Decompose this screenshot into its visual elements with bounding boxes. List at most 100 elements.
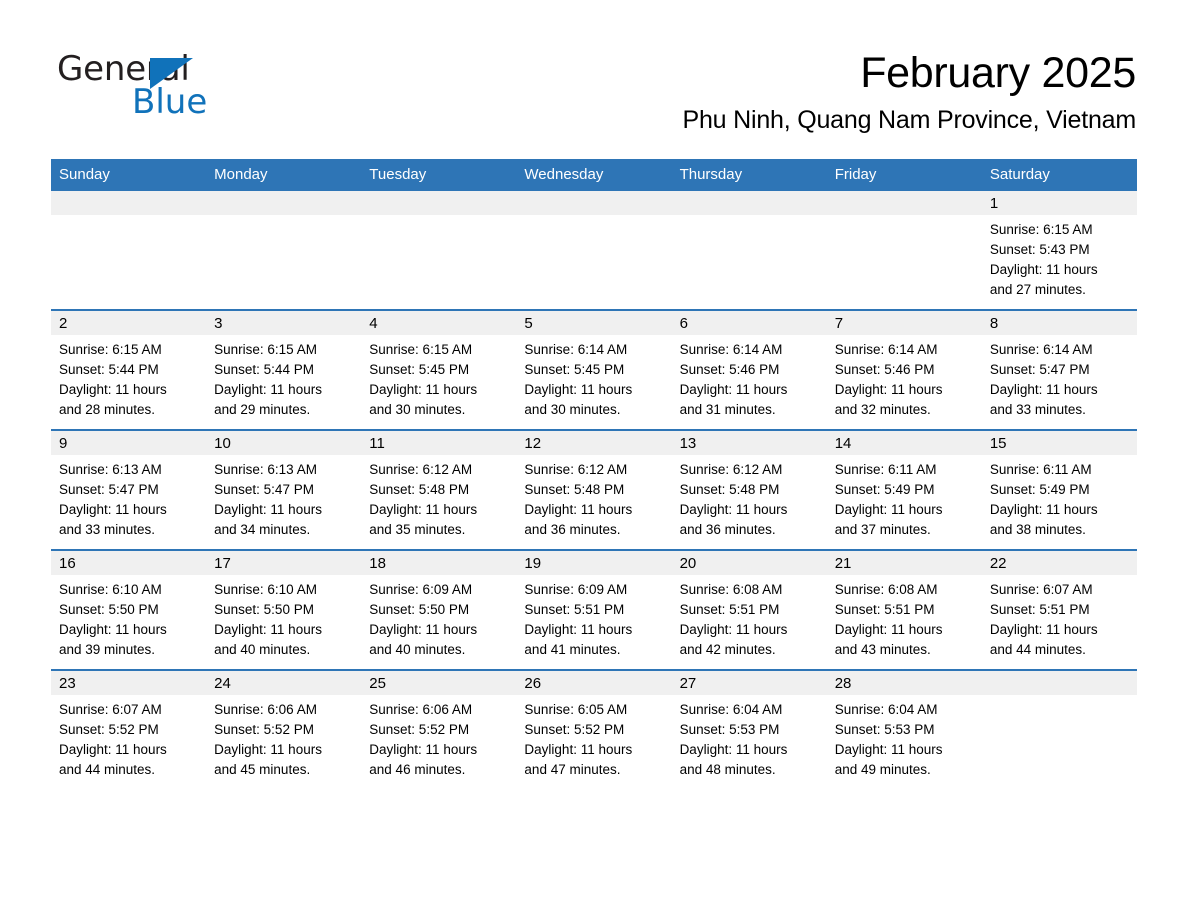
day-number: 6 <box>671 311 827 335</box>
sunset-text: Sunset: 5:43 PM <box>989 242 1090 257</box>
daylight-text-line2: and 37 minutes. <box>834 522 931 537</box>
calendar-day-cell[interactable]: 25 Sunrise: 6:06 AM Sunset: 5:52 PM Dayligh… <box>361 669 517 789</box>
calendar-day-cell[interactable]: 28 Sunrise: 6:04 AM Sunset: 5:53 PM Dayligh… <box>826 669 982 789</box>
sunrise-text: Sunrise: 6:10 AM <box>59 582 162 597</box>
daylight-text-line1: Daylight: 11 hours <box>989 262 1098 277</box>
daylight-text-line1: Daylight: 11 hours <box>214 502 322 517</box>
calendar-day-cell[interactable]: 11 Sunrise: 6:12 AM Sunset: 5:48 PM Dayligh… <box>361 429 517 550</box>
day-number: 8 <box>981 311 1137 335</box>
day-details <box>982 695 1137 700</box>
page-title: February 2025 <box>860 49 1136 97</box>
daylight-text-line1: Daylight: 11 hours <box>369 382 478 397</box>
daylight-text-line2: and 36 minutes. <box>524 522 621 537</box>
calendar-day-cell[interactable]: 20 Sunrise: 6:08 AM Sunset: 5:51 PM Dayligh… <box>671 549 827 670</box>
day-number: 3 <box>206 311 362 335</box>
sunset-text: Sunset: 5:46 PM <box>834 362 935 377</box>
sunset-text: Sunset: 5:53 PM <box>679 722 780 737</box>
day-number: 27 <box>671 671 827 695</box>
day-details <box>672 215 827 220</box>
day-details: Sunrise: 6:11 AM Sunset: 5:49 PM Daylight:… <box>982 455 1137 540</box>
calendar-day-cell[interactable]: 5 Sunrise: 6:14 AM Sunset: 5:45 PM Daylight… <box>516 309 672 430</box>
day-details <box>361 215 516 220</box>
calendar-day-cell[interactable]: 15 Sunrise: 6:11 AM Sunset: 5:49 PM Dayligh… <box>981 429 1137 550</box>
day-details: Sunrise: 6:12 AM Sunset: 5:48 PM Daylight:… <box>361 455 516 540</box>
daylight-text-line1: Daylight: 11 hours <box>369 502 478 517</box>
calendar-day-cell[interactable]: 9 Sunrise: 6:13 AM Sunset: 5:47 PM Daylight… <box>51 429 207 550</box>
calendar-day-cell[interactable]: 26 Sunrise: 6:05 AM Sunset: 5:52 PM Dayligh… <box>516 669 672 789</box>
sunset-text: Sunset: 5:51 PM <box>989 602 1090 617</box>
day-details: Sunrise: 6:06 AM Sunset: 5:52 PM Daylight:… <box>206 695 361 780</box>
daylight-text-line2: and 29 minutes. <box>214 402 311 417</box>
calendar-day-cell[interactable]: 16 Sunrise: 6:10 AM Sunset: 5:50 PM Dayligh… <box>51 549 207 670</box>
day-details <box>51 215 206 220</box>
daylight-text-line1: Daylight: 11 hours <box>214 382 322 397</box>
day-details: Sunrise: 6:15 AM Sunset: 5:43 PM Daylight:… <box>982 215 1137 300</box>
calendar-day-cell[interactable]: 14 Sunrise: 6:11 AM Sunset: 5:49 PM Dayligh… <box>826 429 982 550</box>
sunset-text: Sunset: 5:52 PM <box>214 722 314 737</box>
day-details: Sunrise: 6:09 AM Sunset: 5:51 PM Daylight:… <box>516 575 671 660</box>
day-details: Sunrise: 6:07 AM Sunset: 5:52 PM Daylight:… <box>51 695 206 780</box>
calendar-day-cell[interactable]: 21 Sunrise: 6:08 AM Sunset: 5:51 PM Dayligh… <box>826 549 982 670</box>
calendar-day-cell[interactable]: 8 Sunrise: 6:14 AM Sunset: 5:47 PM Daylight… <box>981 309 1137 430</box>
calendar-week-row: 23 Sunrise: 6:07 AM Sunset: 5:52 PM Dayligh… <box>51 669 1137 789</box>
daylight-text-line2: and 40 minutes. <box>214 642 311 657</box>
daylight-text-line1: Daylight: 11 hours <box>524 502 633 517</box>
calendar-day-cell[interactable]: 4 Sunrise: 6:15 AM Sunset: 5:45 PM Daylight… <box>361 309 517 430</box>
calendar-day-cell[interactable]: 23 Sunrise: 6:07 AM Sunset: 5:52 PM Dayligh… <box>51 669 207 789</box>
daylight-text-line1: Daylight: 11 hours <box>679 742 788 757</box>
daylight-text-line2: and 46 minutes. <box>369 762 466 777</box>
day-number: 19 <box>516 551 672 575</box>
daylight-text-line2: and 30 minutes. <box>524 402 621 417</box>
sunrise-text: Sunrise: 6:14 AM <box>524 342 628 357</box>
calendar-day-cell[interactable]: 10 Sunrise: 6:13 AM Sunset: 5:47 PM Dayligh… <box>206 429 362 550</box>
title-block: February 2025 Phu Ninh, Quang Nam Provin… <box>683 48 1137 135</box>
weekday-header-friday: Friday <box>826 159 982 191</box>
sunset-text: Sunset: 5:47 PM <box>214 482 314 497</box>
calendar-day-cell[interactable]: 1 Sunrise: 6:15 AM Sunset: 5:43 PM Daylight… <box>981 191 1137 310</box>
day-number: 1 <box>981 191 1137 215</box>
daylight-text-line2: and 44 minutes. <box>989 642 1086 657</box>
day-number: 15 <box>981 431 1137 455</box>
day-details: Sunrise: 6:04 AM Sunset: 5:53 PM Daylight:… <box>672 695 827 780</box>
calendar-week-row: 1 Sunrise: 6:15 AM Sunset: 5:43 PM Daylight… <box>51 191 1137 310</box>
day-details: Sunrise: 6:14 AM Sunset: 5:46 PM Daylight:… <box>827 335 982 420</box>
calendar-day-cell[interactable]: 12 Sunrise: 6:12 AM Sunset: 5:48 PM Dayligh… <box>516 429 672 550</box>
calendar-week-row: 9 Sunrise: 6:13 AM Sunset: 5:47 PM Daylight… <box>51 429 1137 550</box>
sunset-text: Sunset: 5:44 PM <box>214 362 314 377</box>
daylight-text-line2: and 36 minutes. <box>679 522 776 537</box>
calendar-day-cell[interactable]: 6 Sunrise: 6:14 AM Sunset: 5:46 PM Daylight… <box>671 309 827 430</box>
calendar-day-cell[interactable]: 7 Sunrise: 6:14 AM Sunset: 5:46 PM Daylight… <box>826 309 982 430</box>
calendar-cell-empty <box>671 191 827 310</box>
calendar-day-cell[interactable]: 22 Sunrise: 6:07 AM Sunset: 5:51 PM Dayligh… <box>981 549 1137 670</box>
day-details: Sunrise: 6:09 AM Sunset: 5:50 PM Daylight:… <box>361 575 516 660</box>
day-number: 21 <box>826 551 982 575</box>
sunset-text: Sunset: 5:47 PM <box>989 362 1090 377</box>
calendar-day-cell[interactable]: 3 Sunrise: 6:15 AM Sunset: 5:44 PM Daylight… <box>206 309 362 430</box>
calendar-day-cell[interactable]: 27 Sunrise: 6:04 AM Sunset: 5:53 PM Dayligh… <box>671 669 827 789</box>
sunrise-text: Sunrise: 6:10 AM <box>214 582 317 597</box>
day-number: 13 <box>671 431 827 455</box>
day-number <box>206 191 362 215</box>
calendar-cell-empty <box>51 191 207 310</box>
calendar-cell-empty <box>206 191 362 310</box>
calendar-day-cell[interactable]: 13 Sunrise: 6:12 AM Sunset: 5:48 PM Dayligh… <box>671 429 827 550</box>
sunrise-text: Sunrise: 6:06 AM <box>214 702 317 717</box>
calendar-day-cell[interactable]: 19 Sunrise: 6:09 AM Sunset: 5:51 PM Dayligh… <box>516 549 672 670</box>
day-details: Sunrise: 6:06 AM Sunset: 5:52 PM Daylight:… <box>361 695 516 780</box>
daylight-text-line2: and 33 minutes. <box>989 402 1086 417</box>
sunrise-text: Sunrise: 6:14 AM <box>834 342 938 357</box>
page-header: General Blue February 2025 Phu Ninh, Qua… <box>0 0 1188 134</box>
calendar-table: Sunday Monday Tuesday Wednesday Thursday… <box>51 159 1137 789</box>
sunset-text: Sunset: 5:50 PM <box>59 602 159 617</box>
sunset-text: Sunset: 5:53 PM <box>834 722 935 737</box>
calendar-day-cell[interactable]: 24 Sunrise: 6:06 AM Sunset: 5:52 PM Dayligh… <box>206 669 362 789</box>
daylight-text-line2: and 35 minutes. <box>369 522 466 537</box>
day-number <box>516 191 672 215</box>
day-number: 23 <box>51 671 207 695</box>
day-number: 17 <box>206 551 362 575</box>
calendar-day-cell[interactable]: 17 Sunrise: 6:10 AM Sunset: 5:50 PM Dayligh… <box>206 549 362 670</box>
daylight-text-line1: Daylight: 11 hours <box>834 382 943 397</box>
day-number: 4 <box>361 311 517 335</box>
calendar-day-cell[interactable]: 2 Sunrise: 6:15 AM Sunset: 5:44 PM Daylight… <box>51 309 207 430</box>
calendar-day-cell[interactable]: 18 Sunrise: 6:09 AM Sunset: 5:50 PM Dayligh… <box>361 549 517 670</box>
